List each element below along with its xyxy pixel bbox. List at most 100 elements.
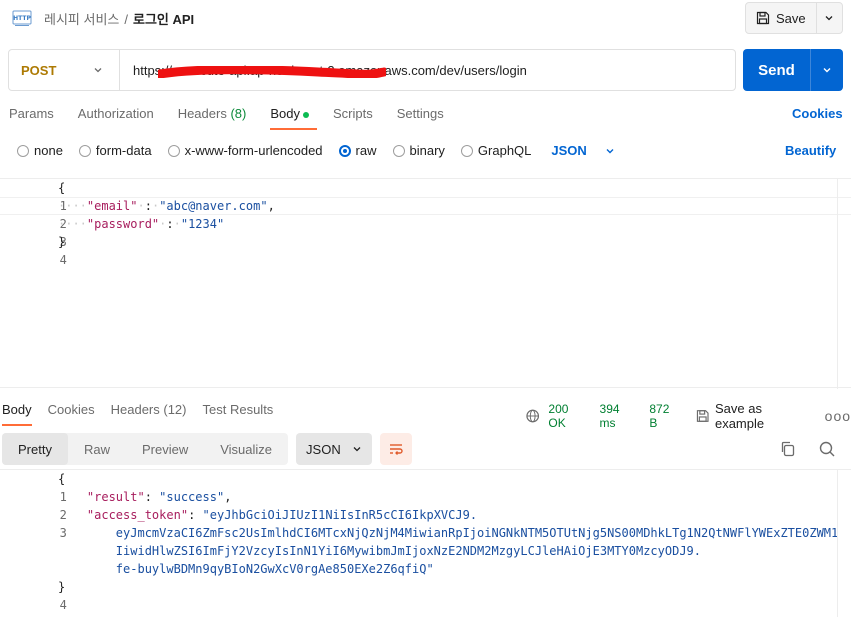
save-button[interactable]: Save bbox=[746, 3, 817, 33]
save-button-group: Save bbox=[745, 2, 843, 34]
tab-label: Test Results bbox=[202, 402, 274, 417]
wrap-lines-icon bbox=[390, 444, 403, 455]
modified-dot bbox=[302, 111, 309, 118]
request-title[interactable]: 로그인 API bbox=[133, 12, 194, 27]
send-button-group: Send bbox=[743, 49, 843, 91]
code-line-wrapped: IiwidHlwZSI6ImFjY2VzcyIsInN1YiI6MywibmJm… bbox=[0, 542, 701, 560]
view-visualize[interactable]: Visualize bbox=[204, 433, 288, 465]
code-line: 3 "access_token": "eyJhbGciOiJIUzI1NiIsI… bbox=[0, 506, 477, 540]
code-line: 2 ····"email"·:·"abc@naver.com", bbox=[0, 197, 275, 231]
json-value: "eyJhbGciOiJIUzI1NiIsInR5cCI6IkpXVCJ9. bbox=[202, 508, 478, 522]
chevron-down-icon bbox=[823, 68, 831, 73]
tab-authorization[interactable]: Authorization bbox=[78, 106, 154, 130]
view-preview[interactable]: Preview bbox=[126, 433, 204, 465]
globe-icon[interactable] bbox=[525, 408, 540, 424]
body-format-select[interactable]: JSON bbox=[551, 143, 614, 158]
breadcrumb-parent[interactable]: 레시피 서비스 bbox=[44, 12, 119, 27]
tab-label: Body bbox=[270, 106, 300, 121]
view-pretty[interactable]: Pretty bbox=[2, 433, 68, 465]
response-body-viewer[interactable]: 1 { 2 "result": "success", 3 "access_tok… bbox=[0, 469, 851, 617]
radio-label: none bbox=[34, 143, 63, 158]
tab-scripts[interactable]: Scripts bbox=[333, 106, 373, 130]
radio-label: form-data bbox=[95, 143, 152, 158]
code-line-wrapped: eyJmcmVzaCI6ZmFsc2UsImlhdCI6MTcxNjQzNjM4… bbox=[0, 524, 838, 542]
radio-circle bbox=[392, 144, 405, 157]
radio-none[interactable]: none bbox=[17, 143, 63, 158]
vertical-scrollbar[interactable] bbox=[837, 470, 851, 617]
send-options-button[interactable] bbox=[811, 49, 843, 91]
tab-headers[interactable]: Headers (8) bbox=[178, 106, 247, 130]
json-value: "success" bbox=[159, 490, 225, 504]
code-token: } bbox=[58, 580, 66, 594]
svg-text:HTTP: HTTP bbox=[13, 15, 31, 22]
body-format-label: JSON bbox=[551, 143, 587, 158]
request-tabs: Params Authorization Headers (8) Body Sc… bbox=[9, 106, 468, 130]
tab-response-headers[interactable]: Headers (12) bbox=[111, 402, 187, 426]
chevron-down-icon bbox=[825, 16, 833, 21]
code-line: 4 } bbox=[0, 233, 67, 267]
code-line: 3 ····"password"·:·"1234" bbox=[0, 215, 224, 249]
http-icon: HTTP bbox=[12, 10, 32, 26]
request-body-editor[interactable]: 1 { 2 ····"email"·:·"abc@naver.com", 3 ·… bbox=[0, 178, 851, 389]
save-icon bbox=[696, 410, 709, 422]
tab-label: Cookies bbox=[47, 402, 95, 417]
save-as-example-button[interactable]: Save as example bbox=[696, 401, 811, 431]
tab-settings[interactable]: Settings bbox=[397, 106, 444, 130]
save-options-button[interactable] bbox=[817, 3, 841, 33]
redaction-mark bbox=[158, 65, 386, 78]
save-icon bbox=[756, 11, 770, 25]
status-code[interactable]: 200 OK bbox=[548, 402, 587, 430]
json-value: fe-buylwBDMn9qyBIoN2GwXcV0rgAe850EXe2Z6q… bbox=[115, 562, 434, 576]
radio-x-www-form-urlencoded[interactable]: x-www-form-urlencoded bbox=[167, 143, 323, 158]
code-line: 1 { bbox=[0, 179, 67, 213]
response-time[interactable]: 394 ms bbox=[600, 402, 638, 430]
radio-label: GraphQL bbox=[477, 143, 532, 158]
vertical-scrollbar[interactable] bbox=[837, 179, 851, 389]
json-key: "access_token" bbox=[86, 508, 189, 522]
breadcrumb-separator: / bbox=[124, 12, 128, 27]
response-toolbar: Pretty Raw Preview Visualize JSON bbox=[2, 433, 413, 465]
radio-raw[interactable]: raw bbox=[338, 143, 377, 158]
radio-circle bbox=[78, 144, 91, 157]
radio-label: binary bbox=[409, 143, 445, 158]
code-token: { bbox=[58, 181, 66, 195]
method-label: POST bbox=[21, 62, 57, 78]
code-token: { bbox=[58, 472, 66, 486]
cookies-link[interactable]: Cookies bbox=[792, 106, 843, 121]
radio-form-data[interactable]: form-data bbox=[78, 143, 152, 158]
radio-label: raw bbox=[355, 143, 377, 158]
chevron-down-icon bbox=[94, 68, 102, 73]
wrap-lines-button[interactable] bbox=[380, 433, 413, 465]
send-button[interactable]: Send bbox=[743, 49, 811, 91]
tab-count: (12) bbox=[163, 402, 187, 417]
json-value: IiwidHlwZSI6ImFjY2VzcyIsInN1YiI6MywibmJm… bbox=[115, 544, 701, 558]
body-type-options: none form-data x-www-form-urlencoded raw… bbox=[17, 143, 615, 158]
url-bar: POST https:// .execute-api.ap-northeast-… bbox=[8, 49, 736, 91]
response-format-select[interactable]: JSON bbox=[296, 433, 373, 465]
view-raw[interactable]: Raw bbox=[68, 433, 126, 465]
code-token: } bbox=[58, 235, 66, 249]
method-select[interactable]: POST bbox=[9, 50, 120, 90]
radio-circle-checked bbox=[338, 144, 351, 157]
tab-body[interactable]: Body bbox=[270, 106, 317, 130]
save-label: Save bbox=[776, 10, 806, 26]
tab-response-cookies[interactable]: Cookies bbox=[48, 402, 95, 426]
more-options-icon[interactable]: ooo bbox=[825, 408, 851, 424]
response-size[interactable]: 872 B bbox=[649, 402, 679, 430]
tab-label: Body bbox=[2, 402, 32, 417]
tab-test-results[interactable]: Test Results bbox=[203, 402, 274, 426]
url-input[interactable]: https:// .execute-api.ap-northeast-2.ama… bbox=[120, 63, 527, 78]
tab-label: Settings bbox=[396, 106, 444, 121]
tab-response-body[interactable]: Body bbox=[2, 402, 32, 426]
copy-icon[interactable] bbox=[779, 440, 797, 458]
tab-params[interactable]: Params bbox=[9, 106, 54, 130]
beautify-link[interactable]: Beautify bbox=[785, 143, 836, 158]
search-icon[interactable] bbox=[818, 440, 836, 458]
radio-binary[interactable]: binary bbox=[392, 143, 445, 158]
radio-graphql[interactable]: GraphQL bbox=[460, 143, 532, 158]
tab-count: (8) bbox=[230, 106, 247, 121]
radio-circle bbox=[460, 144, 473, 157]
tab-label: Headers bbox=[177, 106, 227, 121]
line-number: 4 bbox=[59, 253, 67, 267]
radio-circle bbox=[17, 144, 29, 157]
